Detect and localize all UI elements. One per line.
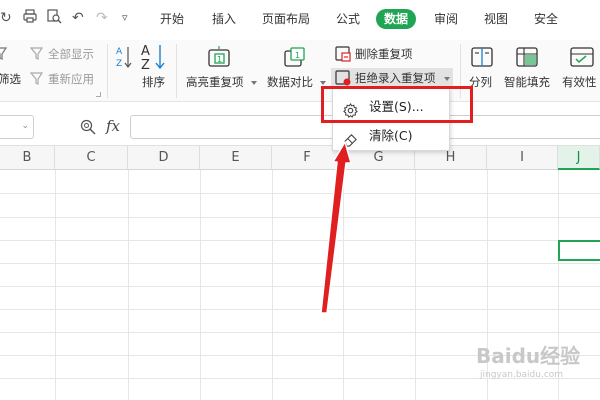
watermark: Baidu经验 jingyan.baidu.com <box>466 338 600 398</box>
watermark-logo: Baidu经验 <box>476 344 581 368</box>
watermark-url: jingyan.baidu.com <box>480 370 564 380</box>
